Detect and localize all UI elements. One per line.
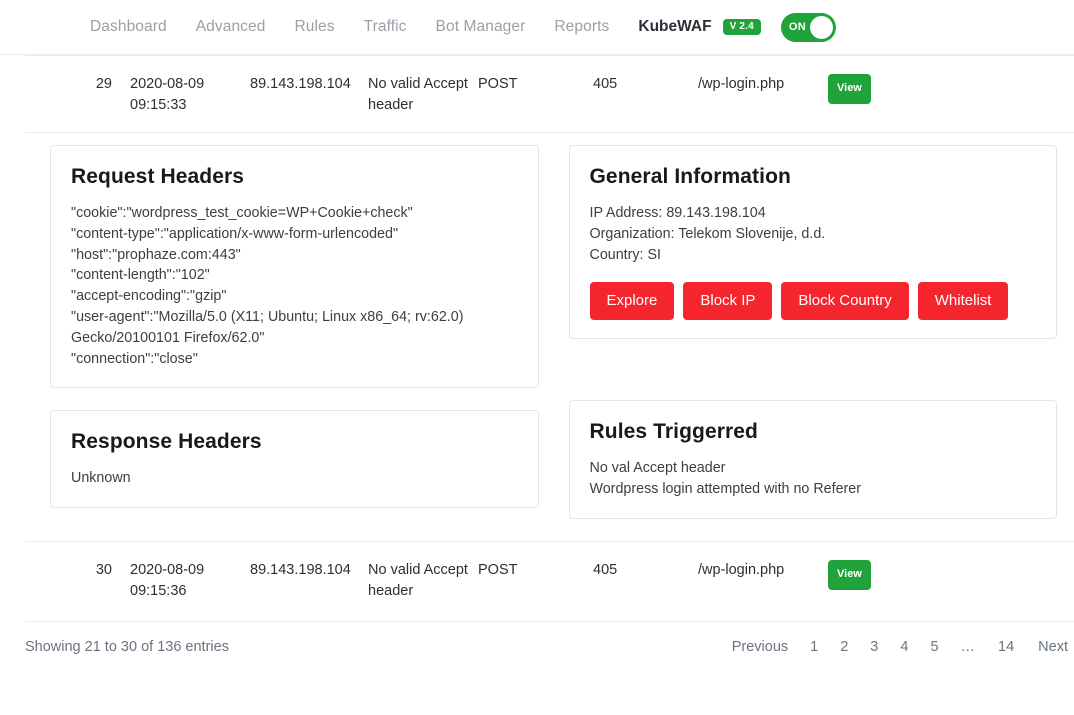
row-action: View: [828, 559, 938, 590]
row-path: /wp-login.php: [698, 76, 785, 92]
rule-item: Wordpress login attempted with no Refere…: [589, 481, 862, 498]
top-navigation-bar: Dashboard Advanced Rules Traffic Bot Man…: [0, 0, 1074, 55]
brand-label: KubeWAF: [638, 18, 712, 35]
block-ip-button[interactable]: Block IP: [683, 282, 773, 321]
row-id: 30: [95, 561, 112, 578]
toggle-knob: [809, 15, 833, 39]
nav-link-traffic[interactable]: Traffic: [364, 18, 407, 36]
table-row[interactable]: 30 2020-08-09 09:15:36 89.143.198.104 No…: [0, 542, 1074, 602]
row-id: 29: [95, 76, 112, 92]
pagination-page-14[interactable]: 14: [987, 639, 1027, 655]
row-reason: No valid Accept header: [368, 76, 468, 113]
general-information-card: General Information IP Address: 89.143.1…: [568, 145, 1057, 340]
table-row[interactable]: 29 2020-08-09 09:15:33 89.143.198.104 No…: [0, 56, 1074, 116]
detail-column-right: General Information IP Address: 89.143.1…: [568, 145, 1057, 519]
row-reason: No valid Accept header: [368, 561, 468, 599]
row-detail-area: Request Headers "cookie":"wordpress_test…: [0, 133, 1074, 519]
row-method: POST: [478, 561, 518, 578]
response-headers-title: Response Headers: [71, 430, 262, 454]
pagination-page-5[interactable]: 5: [919, 639, 949, 655]
version-badge: V 2.4: [722, 19, 761, 35]
general-information-title: General Information: [589, 165, 791, 188]
waf-logs-page: Dashboard Advanced Rules Traffic Bot Man…: [0, 0, 1074, 715]
row-method: POST: [478, 76, 518, 92]
row-status: 405: [593, 76, 618, 92]
view-button[interactable]: View: [828, 74, 871, 104]
nav-link-advanced[interactable]: Advanced: [196, 18, 266, 36]
nav-link-dashboard[interactable]: Dashboard: [90, 18, 167, 36]
response-headers-body: Unknown: [71, 470, 131, 487]
block-country-button[interactable]: Block Country: [781, 282, 909, 321]
row-action: View: [828, 74, 938, 104]
ip-action-buttons: Explore Block IP Block Country Whitelist: [589, 282, 1037, 321]
country-value: Country: SI: [589, 246, 662, 263]
pagination-page-1[interactable]: 1: [799, 639, 829, 655]
pagination-page-3[interactable]: 3: [859, 639, 889, 655]
view-button[interactable]: View: [828, 559, 871, 590]
rules-triggered-title: Rules Triggerred: [589, 420, 758, 444]
row-ip: 89.143.198.104: [250, 76, 351, 92]
rules-triggered-card: Rules Triggerred No val Accept header Wo…: [568, 400, 1057, 519]
explore-button[interactable]: Explore: [589, 282, 675, 321]
row-date: 2020-08-09 09:15:33: [130, 76, 205, 113]
detail-column-left: Request Headers "cookie":"wordpress_test…: [50, 145, 539, 519]
entries-summary: Showing 21 to 30 of 136 entries: [25, 638, 229, 655]
whitelist-button[interactable]: Whitelist: [917, 282, 1009, 321]
request-headers-body: "cookie":"wordpress_test_cookie=WP+Cooki…: [71, 205, 464, 367]
table-footer: Showing 21 to 30 of 136 entries Previous…: [0, 622, 1074, 655]
row-path: /wp-login.php: [698, 561, 785, 578]
nav-link-rules[interactable]: Rules: [294, 18, 334, 36]
rule-item: No val Accept header: [589, 460, 726, 477]
request-headers-title: Request Headers: [71, 165, 245, 188]
pagination-page-2[interactable]: 2: [829, 639, 859, 655]
nav-link-reports[interactable]: Reports: [554, 18, 609, 36]
nav-link-bot-manager[interactable]: Bot Manager: [436, 18, 526, 36]
pagination-previous[interactable]: Previous: [721, 639, 799, 655]
toggle-state-label: ON: [788, 21, 807, 33]
waf-enable-toggle[interactable]: ON: [780, 12, 836, 42]
organization-value: Organization: Telekom Slovenije, d.d.: [589, 225, 826, 242]
pagination-next[interactable]: Next: [1027, 639, 1074, 655]
row-status: 405: [593, 561, 618, 578]
pagination-page-4[interactable]: 4: [889, 639, 919, 655]
response-headers-card: Response Headers Unknown: [50, 410, 539, 509]
pagination: Previous 1 2 3 4 5 … 14 Next: [721, 639, 1074, 655]
ip-address-value: IP Address: 89.143.198.104: [589, 205, 766, 221]
row-date: 2020-08-09 09:15:36: [130, 561, 205, 599]
pagination-ellipsis: …: [960, 638, 977, 655]
request-headers-card: Request Headers "cookie":"wordpress_test…: [50, 145, 539, 389]
row-ip: 89.143.198.104: [250, 561, 351, 578]
